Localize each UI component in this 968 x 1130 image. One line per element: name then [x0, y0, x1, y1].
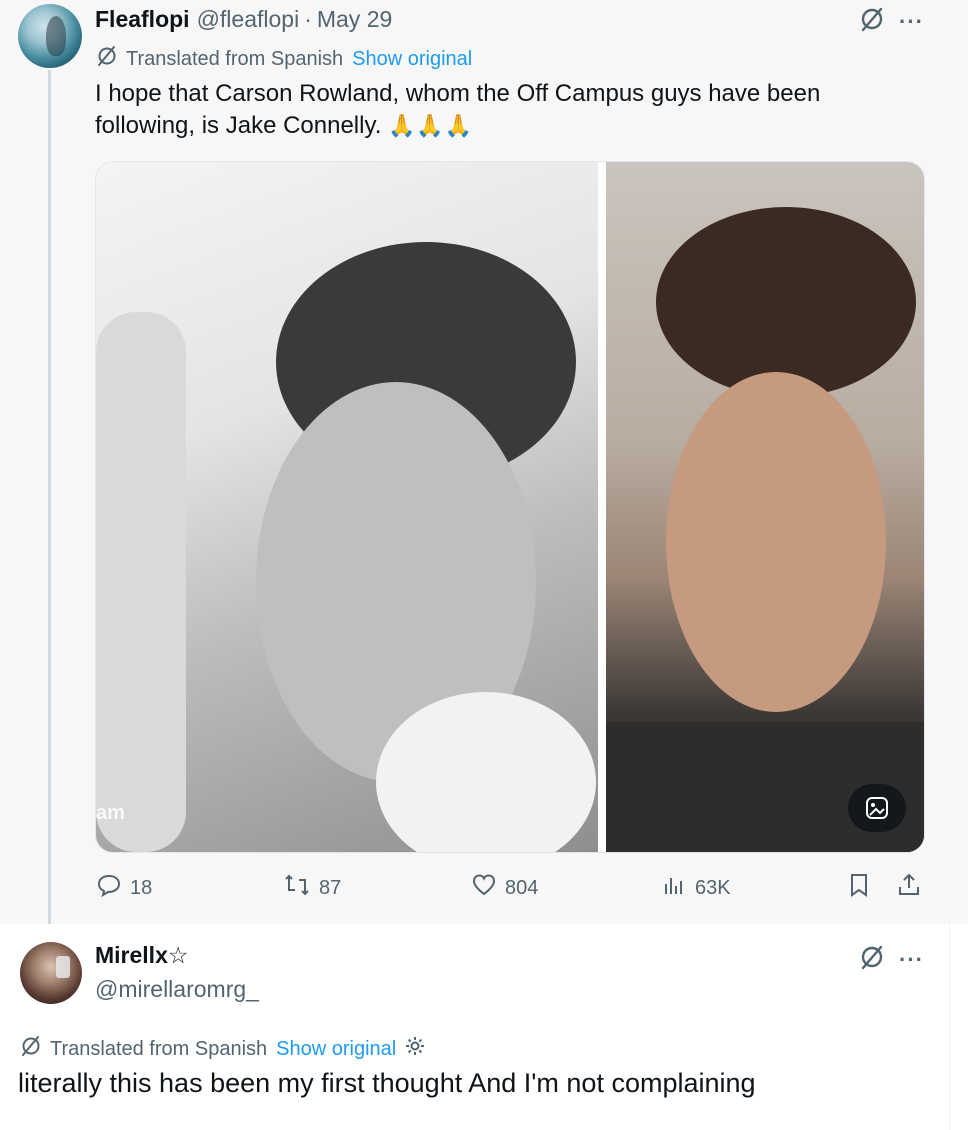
translate-icon [96, 45, 118, 73]
post-date[interactable]: May 29 [317, 6, 392, 33]
settings-icon[interactable] [404, 1035, 426, 1063]
grok-icon[interactable] [859, 944, 885, 975]
repost-button[interactable]: 87 [283, 872, 341, 904]
reply-count: 18 [130, 876, 153, 899]
views-icon [661, 872, 687, 904]
reply-text: literally this has been my first thought… [18, 1068, 756, 1098]
translation-bar: Translated from Spanish Show original [96, 45, 472, 73]
translated-label: Translated from Spanish [50, 1037, 268, 1060]
reply-avatar[interactable] [20, 942, 82, 1004]
photo-color-portrait[interactable] [606, 162, 924, 852]
views-button[interactable]: 63K [661, 872, 731, 904]
pray-emoji: 🙏🙏🙏 [388, 113, 474, 138]
repost-icon [283, 872, 311, 904]
separator: · [304, 6, 312, 32]
translate-icon [20, 1035, 42, 1063]
grok-icon[interactable] [859, 6, 885, 37]
post-text: I hope that Carson Rowland, whom the Off… [95, 78, 895, 142]
thread-line [48, 70, 51, 940]
bookmark-button[interactable] [846, 872, 872, 904]
post-header: Fleaflopi @fleaflopi · May 29 [95, 6, 392, 34]
like-icon [471, 872, 497, 904]
like-button[interactable]: 804 [471, 872, 538, 904]
reply-top-icons: ··· [859, 944, 924, 975]
image-edit-icon[interactable] [848, 784, 906, 832]
like-count: 804 [505, 876, 539, 899]
avatar[interactable] [18, 4, 82, 68]
show-original-link[interactable]: Show original [352, 48, 472, 71]
reply-icon [96, 872, 122, 904]
translated-label: Translated from Spanish [126, 47, 344, 70]
reply-translation-bar: Translated from Spanish Show original [20, 1035, 426, 1063]
more-icon[interactable]: ··· [899, 948, 924, 971]
reply-author-handle[interactable]: @mirellaromrg_ [95, 976, 259, 1003]
original-post: Fleaflopi @fleaflopi · May 29 ··· Transl… [0, 0, 968, 940]
photo-bw-portrait[interactable]: am [96, 162, 598, 852]
author-name[interactable]: Fleaflopi [95, 6, 190, 33]
show-original-link[interactable]: Show original [276, 1038, 396, 1061]
share-icon [896, 872, 922, 904]
watermark-text: am [96, 802, 125, 824]
more-icon[interactable]: ··· [899, 10, 924, 33]
bookmark-icon [846, 872, 872, 904]
reply-author-name[interactable]: Mirellx☆ [95, 942, 188, 969]
author-handle[interactable]: @fleaflopi [197, 6, 300, 33]
media-grid[interactable]: am [95, 161, 925, 853]
views-count: 63K [695, 876, 731, 899]
reply-button[interactable]: 18 [96, 872, 152, 904]
share-button[interactable] [896, 872, 922, 904]
repost-count: 87 [319, 876, 342, 899]
post-top-icons: ··· [859, 6, 924, 37]
